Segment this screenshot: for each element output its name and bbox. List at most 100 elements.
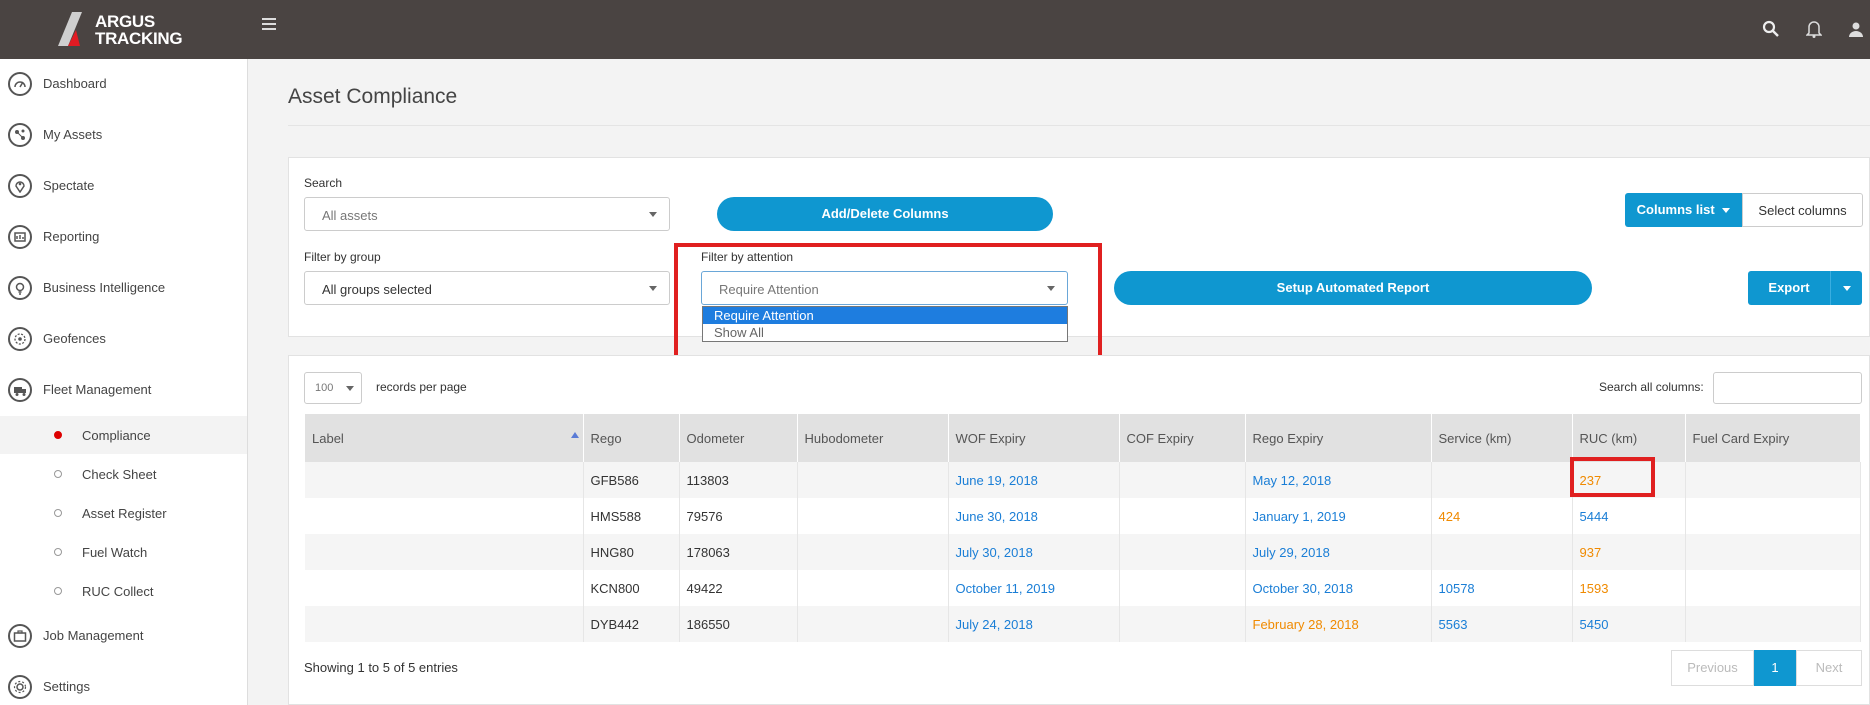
column-header-odometer[interactable]: Odometer <box>679 414 798 462</box>
records-per-page-select[interactable]: 100 <box>304 372 362 404</box>
sidebar-item-spectate[interactable]: Spectate <box>0 166 247 206</box>
sidebar-item-settings[interactable]: Settings <box>0 667 247 705</box>
sidebar-subitem-check-sheet[interactable]: Check Sheet <box>0 455 247 493</box>
export-dropdown-toggle[interactable] <box>1830 271 1862 305</box>
sidebar-subitem-ruc-collect[interactable]: RUC Collect <box>0 572 247 610</box>
select-columns-button[interactable]: Select columns <box>1742 193 1863 227</box>
sidebar-subitem-label: Fuel Watch <box>82 545 148 560</box>
cell-rego-expiry: July 29, 2018 <box>1245 534 1432 570</box>
caret-down-icon <box>1722 208 1731 214</box>
sidebar-subitem-label: RUC Collect <box>82 584 154 599</box>
cell-hubodometer <box>797 498 949 534</box>
reporting-icon <box>8 225 32 249</box>
sidebar-subitem-asset-register[interactable]: Asset Register <box>0 494 247 532</box>
caret-down-icon <box>1842 286 1851 292</box>
sidebar-item-label: Settings <box>43 679 90 694</box>
export-button[interactable]: Export <box>1748 271 1830 305</box>
cell-fuel-card-expiry <box>1685 606 1861 642</box>
add-delete-columns-button[interactable]: Add/Delete Columns <box>717 197 1053 231</box>
sidebar-item-fleet-management[interactable]: Fleet Management <box>0 370 247 410</box>
lightbulb-icon <box>8 276 32 300</box>
sidebar-item-business-intelligence[interactable]: Business Intelligence <box>0 268 247 308</box>
cell-odometer: 186550 <box>679 606 798 642</box>
columns-list-button[interactable]: Columns list <box>1625 193 1742 227</box>
cell-cof-expiry <box>1119 498 1246 534</box>
cell-cof-expiry <box>1119 462 1246 498</box>
attention-highlight-box <box>674 243 1102 373</box>
cell-rego-expiry: January 1, 2019 <box>1245 498 1432 534</box>
bullet-icon <box>54 470 62 478</box>
sort-asc-icon[interactable] <box>571 432 579 438</box>
search-all-label: Search all columns: <box>1599 380 1704 394</box>
table-row[interactable]: DYB442 186550 July 24, 2018 February 28,… <box>305 606 1861 642</box>
cell-service: 5563 <box>1431 606 1573 642</box>
user-icon[interactable] <box>1849 20 1867 38</box>
cell-rego-expiry: October 30, 2018 <box>1245 570 1432 606</box>
page-1-button[interactable]: 1 <box>1754 650 1796 686</box>
brand-logo[interactable]: ARGUS TRACKING <box>58 12 198 48</box>
records-per-page-label: records per page <box>376 380 467 394</box>
ruc-highlight-box <box>1570 457 1655 497</box>
search-icon[interactable] <box>1762 20 1780 38</box>
chevron-down-icon <box>649 286 657 291</box>
cell-ruc: 1593 <box>1572 570 1686 606</box>
cell-cof-expiry <box>1119 606 1246 642</box>
bell-icon[interactable] <box>1805 20 1824 38</box>
cell-service: 10578 <box>1431 570 1573 606</box>
briefcase-icon <box>8 624 32 648</box>
group-filter-select[interactable]: All groups selected <box>304 271 670 305</box>
sidebar-subitem-fuel-watch[interactable]: Fuel Watch <box>0 533 247 571</box>
column-header-rego[interactable]: Rego <box>583 414 680 462</box>
column-header-cof-expiry[interactable]: COF Expiry <box>1119 414 1246 462</box>
sidebar-subitem-compliance[interactable]: Compliance <box>0 416 247 454</box>
table-row[interactable]: KCN800 49422 October 11, 2019 October 30… <box>305 570 1861 606</box>
logo-mark-icon <box>58 12 82 46</box>
cell-ruc: 5450 <box>1572 606 1686 642</box>
column-header-ruc[interactable]: RUC (km) <box>1572 414 1686 462</box>
compliance-table: Label Rego Odometer Hubodometer WOF Expi… <box>305 414 1861 642</box>
chevron-down-icon <box>649 212 657 217</box>
sidebar-item-label: Geofences <box>43 331 106 346</box>
cell-wof-expiry: July 24, 2018 <box>948 606 1120 642</box>
cell-odometer: 178063 <box>679 534 798 570</box>
cell-rego-expiry: May 12, 2018 <box>1245 462 1432 498</box>
assets-icon <box>8 123 32 147</box>
cell-hubodometer <box>797 534 949 570</box>
column-header-fuel-card-expiry[interactable]: Fuel Card Expiry <box>1685 414 1861 462</box>
sidebar-item-reporting[interactable]: Reporting <box>0 217 247 257</box>
previous-page-button[interactable]: Previous <box>1671 650 1754 686</box>
cell-rego: KCN800 <box>583 570 680 606</box>
cell-service <box>1431 462 1573 498</box>
truck-icon <box>8 378 32 402</box>
next-page-button[interactable]: Next <box>1796 650 1862 686</box>
cell-wof-expiry: June 19, 2018 <box>948 462 1120 498</box>
table-row[interactable]: HNG80 178063 July 30, 2018 July 29, 2018… <box>305 534 1861 570</box>
sidebar-subitem-label: Compliance <box>82 428 151 443</box>
cell-wof-expiry: June 30, 2018 <box>948 498 1120 534</box>
sidebar: Dashboard My Assets Spectate Reporting B… <box>0 59 248 705</box>
sidebar-item-job-management[interactable]: Job Management <box>0 616 247 656</box>
sidebar-item-geofences[interactable]: Geofences <box>0 319 247 359</box>
title-divider <box>288 125 1870 126</box>
column-header-service[interactable]: Service (km) <box>1431 414 1573 462</box>
sidebar-item-my-assets[interactable]: My Assets <box>0 115 247 155</box>
table-header-row: Label Rego Odometer Hubodometer WOF Expi… <box>305 414 1861 462</box>
sidebar-item-dashboard[interactable]: Dashboard <box>0 64 247 104</box>
cell-odometer: 113803 <box>679 462 798 498</box>
cell-label <box>305 534 584 570</box>
brand-line2: TRACKING <box>95 29 183 48</box>
sidebar-subitem-label: Asset Register <box>82 506 167 521</box>
menu-toggle-icon[interactable] <box>262 18 276 32</box>
table-row[interactable]: HMS588 79576 June 30, 2018 January 1, 20… <box>305 498 1861 534</box>
column-header-rego-expiry[interactable]: Rego Expiry <box>1245 414 1432 462</box>
column-header-wof-expiry[interactable]: WOF Expiry <box>948 414 1120 462</box>
search-select[interactable]: All assets <box>304 197 670 231</box>
column-header-label[interactable]: Label <box>305 414 584 462</box>
setup-automated-report-button[interactable]: Setup Automated Report <box>1114 271 1592 305</box>
column-header-hubodometer[interactable]: Hubodometer <box>797 414 949 462</box>
cell-rego: GFB586 <box>583 462 680 498</box>
cell-wof-expiry: July 30, 2018 <box>948 534 1120 570</box>
cell-service: 424 <box>1431 498 1573 534</box>
cell-fuel-card-expiry <box>1685 570 1861 606</box>
search-all-input[interactable] <box>1713 372 1862 404</box>
